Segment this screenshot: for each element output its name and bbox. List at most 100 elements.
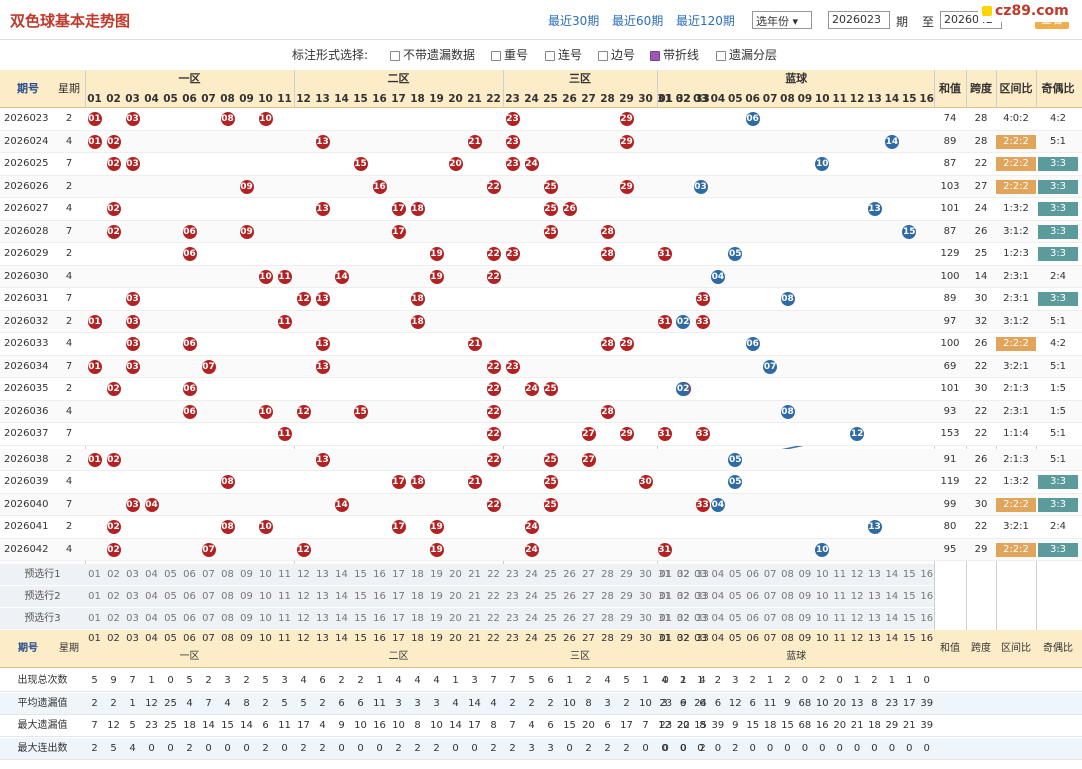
preselect-red-cell[interactable]: 27 xyxy=(579,564,598,586)
preselect-red-cell[interactable]: 10 xyxy=(256,564,275,586)
preselect-red-cell[interactable]: 21 xyxy=(465,564,484,586)
preselect-red-cell[interactable]: 01 xyxy=(85,586,104,608)
preselect-red-cell[interactable]: 09 xyxy=(237,608,256,630)
preselect-red-cell[interactable]: 23 xyxy=(503,586,522,608)
preselect-blue-cell[interactable]: 07 xyxy=(761,608,778,630)
preselect-red-cell[interactable]: 10 xyxy=(256,608,275,630)
preselect-red-cell[interactable]: 06 xyxy=(180,564,199,586)
preselect-blue-cell[interactable]: 11 xyxy=(831,608,848,630)
preselect-red-cell[interactable]: 15 xyxy=(351,586,370,608)
preselect-red-cell[interactable]: 21 xyxy=(465,608,484,630)
preselect-blue-cell[interactable]: 09 xyxy=(796,564,813,586)
preselect-blue-cell[interactable]: 14 xyxy=(883,586,900,608)
preselect-blue-cell[interactable]: 15 xyxy=(901,586,918,608)
preselect-blue-cell[interactable]: 13 xyxy=(866,564,883,586)
from-issue-input[interactable]: 2026023 xyxy=(828,11,890,29)
preselect-red-cell[interactable]: 07 xyxy=(199,586,218,608)
preselect-red-cell[interactable]: 14 xyxy=(332,608,351,630)
option-layer[interactable]: 遗漏分层 xyxy=(716,46,777,63)
preselect-red-cell[interactable]: 06 xyxy=(180,586,199,608)
preselect-red-cell[interactable]: 30 xyxy=(636,564,655,586)
preselect-blue-cell[interactable]: 02 xyxy=(674,608,691,630)
preselect-red-cell[interactable]: 29 xyxy=(617,586,636,608)
preselect-blue-cell[interactable]: 16 xyxy=(918,586,935,608)
preselect-red-cell[interactable]: 09 xyxy=(237,586,256,608)
preselect-red-cell[interactable]: 16 xyxy=(370,608,389,630)
preselect-blue-cell[interactable]: 16 xyxy=(918,608,935,630)
preselect-red-cell[interactable]: 11 xyxy=(275,586,294,608)
preselect-blue-cell[interactable]: 08 xyxy=(779,564,796,586)
preselect-red-cell[interactable]: 07 xyxy=(199,608,218,630)
preselect-red-cell[interactable]: 01 xyxy=(85,564,104,586)
preselect-red-cell[interactable]: 17 xyxy=(389,564,408,586)
option-polyline[interactable]: 带折线 xyxy=(650,46,699,63)
checkbox-icon[interactable] xyxy=(545,50,555,61)
preselect-red-cell[interactable]: 12 xyxy=(294,586,313,608)
preselect-red-cell[interactable]: 17 xyxy=(389,586,408,608)
preselect-blue-cell[interactable]: 10 xyxy=(814,608,831,630)
preselect-red-cell[interactable]: 26 xyxy=(560,564,579,586)
preselect-blue-cell[interactable]: 15 xyxy=(901,564,918,586)
preselect-blue-cell[interactable]: 04 xyxy=(709,586,726,608)
preselect-blue-cell[interactable]: 12 xyxy=(848,586,865,608)
option-consecutive[interactable]: 连号 xyxy=(545,46,582,63)
preselect-red-cell[interactable]: 07 xyxy=(199,564,218,586)
preselect-blue-cell[interactable]: 07 xyxy=(761,564,778,586)
preselect-red-cell[interactable]: 09 xyxy=(237,564,256,586)
preselect-blue-cell[interactable]: 03 xyxy=(692,564,709,586)
preselect-red-cell[interactable]: 16 xyxy=(370,586,389,608)
preselect-red-cell[interactable]: 08 xyxy=(218,564,237,586)
preselect-red-cell[interactable]: 28 xyxy=(598,586,617,608)
preselect-blue-cell[interactable]: 10 xyxy=(814,564,831,586)
checkbox-checked-icon[interactable] xyxy=(650,50,660,61)
preselect-blue-cell[interactable]: 13 xyxy=(866,586,883,608)
preselect-red-cell[interactable]: 13 xyxy=(313,586,332,608)
preselect-red-cell[interactable]: 24 xyxy=(522,586,541,608)
preselect-red-cell[interactable]: 26 xyxy=(560,586,579,608)
preselect-red-cell[interactable]: 17 xyxy=(389,608,408,630)
preselect-red-cell[interactable]: 29 xyxy=(617,608,636,630)
preselect-red-cell[interactable]: 05 xyxy=(161,586,180,608)
preselect-blue-cell[interactable]: 08 xyxy=(779,608,796,630)
checkbox-icon[interactable] xyxy=(390,50,400,61)
preselect-red-cell[interactable]: 14 xyxy=(332,586,351,608)
preselect-red-cell[interactable]: 25 xyxy=(541,608,560,630)
preselect-blue-cell[interactable]: 04 xyxy=(709,608,726,630)
preselect-red-cell[interactable]: 15 xyxy=(351,608,370,630)
preselect-red-cell[interactable]: 29 xyxy=(617,564,636,586)
preselect-red-cell[interactable]: 24 xyxy=(522,608,541,630)
preselect-red-cell[interactable]: 28 xyxy=(598,564,617,586)
preselect-red-cell[interactable]: 12 xyxy=(294,564,313,586)
preselect-blue-cell[interactable]: 01 xyxy=(657,564,674,586)
preselect-blue-cell[interactable]: 14 xyxy=(883,564,900,586)
preselect-red-cell[interactable]: 20 xyxy=(446,564,465,586)
preselect-blue-cell[interactable]: 06 xyxy=(744,564,761,586)
preselect-blue-cell[interactable]: 09 xyxy=(796,608,813,630)
year-select[interactable]: 选年份 ▾ xyxy=(752,11,812,29)
preselect-red-cell[interactable]: 22 xyxy=(484,608,503,630)
checkbox-icon[interactable] xyxy=(716,50,726,61)
option-no-miss[interactable]: 不带遗漏数据 xyxy=(390,46,475,63)
preselect-blue-cell[interactable]: 06 xyxy=(744,608,761,630)
preselect-red-cell[interactable]: 04 xyxy=(142,564,161,586)
recent-30-link[interactable]: 最近30期 xyxy=(548,12,599,29)
preselect-blue-cell[interactable]: 16 xyxy=(918,564,935,586)
preselect-red-cell[interactable]: 18 xyxy=(408,586,427,608)
preselect-red-cell[interactable]: 25 xyxy=(541,586,560,608)
preselect-red-cell[interactable]: 12 xyxy=(294,608,313,630)
preselect-red-cell[interactable]: 11 xyxy=(275,564,294,586)
preselect-blue-cell[interactable]: 10 xyxy=(814,586,831,608)
preselect-red-cell[interactable]: 13 xyxy=(313,608,332,630)
recent-120-link[interactable]: 最近120期 xyxy=(676,12,735,29)
preselect-blue-cell[interactable]: 01 xyxy=(657,586,674,608)
preselect-blue-cell[interactable]: 03 xyxy=(692,586,709,608)
preselect-red-cell[interactable]: 30 xyxy=(636,586,655,608)
preselect-red-cell[interactable]: 23 xyxy=(503,564,522,586)
preselect-red-cell[interactable]: 20 xyxy=(446,586,465,608)
preselect-red-cell[interactable]: 24 xyxy=(522,564,541,586)
preselect-red-cell[interactable]: 22 xyxy=(484,586,503,608)
issue-header[interactable]: 期号 xyxy=(2,78,54,100)
preselect-blue-cell[interactable]: 05 xyxy=(727,586,744,608)
preselect-blue-cell[interactable]: 14 xyxy=(883,608,900,630)
preselect-blue-cell[interactable]: 05 xyxy=(727,564,744,586)
